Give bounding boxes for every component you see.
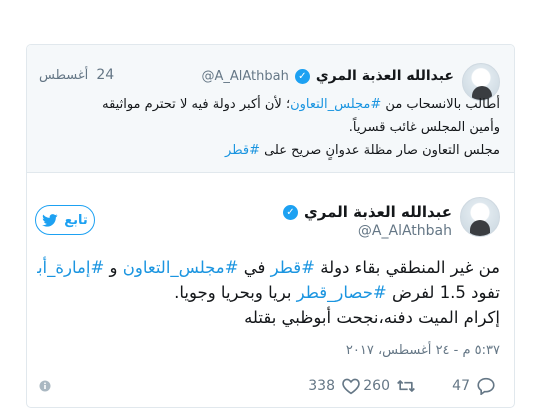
text-span: وأمين المجلس غائب قسرياً. [348,120,500,135]
tweet-line: أطالب بالانسحاب من #مجلس_التعاون؛ لأن أك… [39,93,500,116]
follow-label: تابع [64,212,88,228]
reply-button[interactable]: 47 [452,377,496,395]
text-span: بريا وبحريا وجويا. [174,283,297,302]
quoted-parent-tweet[interactable]: عبدالله العذبة المري ✓ @A_AlAthbah 24 أغ… [27,45,514,173]
date-day: 24 [96,67,115,83]
text-span: من غير المنطقي بقاء دولة [314,258,500,277]
embedded-tweet-card: عبدالله العذبة المري ✓ @A_AlAthbah 24 أغ… [26,44,515,408]
verified-badge-icon: ✓ [294,68,310,84]
tweet-line: من غير المنطقي بقاء دولة #قطر في #مجلس_ا… [37,255,500,280]
tweet-author: عبدالله العذبة المري ✓ [282,203,452,221]
info-icon [39,380,51,392]
twitter-bird-icon [42,213,58,227]
parent-tweet-date[interactable]: 24 أغسطس [39,67,114,83]
info-button[interactable] [39,380,51,392]
text-span: في [238,258,271,277]
reply-icon [477,377,495,395]
tweet-line: إكرام الميت دفنه،نجحت أبوظبي بقتله [244,308,500,327]
retweet-icon [397,380,415,392]
tweet-line: مجلس التعاون صار مظلة عدوانٍ صريح على #ق… [39,139,500,162]
parent-tweet-text: أطالب بالانسحاب من #مجلس_التعاون؛ لأن أك… [39,93,500,162]
retweet-button[interactable]: 260 [363,377,416,395]
tweet-line: وأمين المجلس غائب قسرياً. [39,116,500,139]
follow-button[interactable]: تابع [35,205,95,235]
date-month: أغسطس [39,68,89,83]
like-count: 338 [308,378,335,394]
text-span: أطالب بالانسحاب من [381,97,500,112]
reply-count: 47 [452,378,470,394]
verified-badge-icon: ✓ [282,204,298,220]
tweet-line: تفود 1.5 لفرض #حصار_قطر بريا وبحريا وجوي… [37,280,500,305]
hashtag-link[interactable]: #مجلس_التعاون [123,258,239,277]
tweet-actions: 47 260 338 [27,371,514,401]
author-name[interactable]: عبدالله العذبة المري [316,68,454,84]
text-span: ؛ لأن أكبر دولة فيه لا تحترم مواثيقه [102,97,291,112]
avatar[interactable] [460,197,500,237]
tweet-text: من غير المنطقي بقاء دولة #قطر في #مجلس_ا… [37,255,500,330]
author-handle[interactable]: @A_AlAthbah [358,223,452,239]
hashtag-link[interactable]: #قطر [271,258,315,277]
retweet-count: 260 [363,378,390,394]
hashtag-link[interactable]: #حصار_قطر [297,283,387,302]
hashtag-link[interactable]: #مجلس_التعاون [290,97,381,112]
text-span: تفود 1.5 لفرض [386,283,500,302]
text-span: مجلس التعاون صار مظلة عدوانٍ صريح على [259,143,500,158]
like-button[interactable]: 338 [308,377,361,395]
text-span: و [104,258,123,277]
author-name[interactable]: عبدالله العذبة المري [304,203,452,221]
author-handle[interactable]: @A_AlAthbah [201,69,288,84]
heart-icon [342,378,360,395]
hashtag-link[interactable]: #قطر [225,143,260,158]
hashtag-link[interactable]: #إمارة_أبوظبي [37,258,104,277]
tweet-timestamp[interactable]: ٥:٣٧ م - ٢٤ أغسطس، ٢٠١٧ [346,343,500,358]
